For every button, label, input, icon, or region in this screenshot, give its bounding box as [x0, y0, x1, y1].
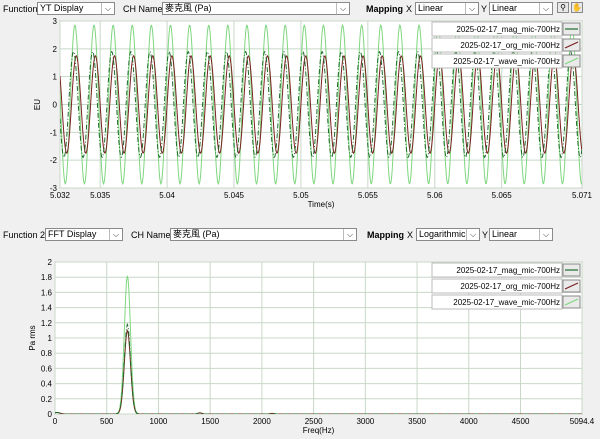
x-tick-label: 5.045	[224, 191, 245, 200]
x-tick-label: 3000	[356, 417, 374, 426]
chevron-down-icon: ⌵	[109, 229, 122, 240]
y-tick-label: 0	[53, 101, 58, 110]
function-label: Function	[3, 4, 38, 14]
y-axis-label-2: Y	[482, 230, 489, 240]
function-select-value: YT Display	[40, 3, 84, 13]
zoom-icon[interactable]: ⚲	[557, 2, 569, 13]
x-mapping-select[interactable]: Linear ⌵	[415, 2, 479, 15]
y-tick-label: 2	[53, 45, 58, 54]
mapping-label: Mapping	[366, 4, 403, 14]
y-tick-label: 2	[48, 258, 53, 267]
legend-label: 2025-02-17_wave_mic-700Hz	[453, 298, 560, 307]
y-mapping-value: Linear	[492, 3, 518, 13]
yt-display-chart[interactable]: 3210-1-2-35.032 5.035 5.04 5.045 5.05 5.055 5.…	[0, 16, 600, 222]
y-axis-label: Y	[481, 4, 488, 14]
chevron-down-icon: ⌵	[336, 3, 349, 14]
chevron-down-icon: ⌵	[465, 3, 478, 14]
x-axis-label-2: X	[407, 230, 414, 240]
y-tick-label: 1	[48, 334, 53, 343]
ch-name-select-2-value: 麥克風 (Pa)	[173, 229, 220, 239]
y-mapping-select-2[interactable]: Linear ⌵	[489, 228, 553, 241]
x-axis-label: X	[406, 4, 413, 14]
x-tick-label: 4500	[512, 417, 530, 426]
x-axis-title: Time(s)	[308, 200, 335, 209]
fft-display-chart[interactable]: 21.81.61.41.210.80.60.40.200 500 1000 1500 2…	[0, 242, 600, 439]
ch-name-select[interactable]: 麥克風 (Pa) ⌵	[162, 2, 350, 15]
x-axis-title: Freq(Hz)	[303, 426, 335, 435]
function2-select-value: FFT Display	[48, 229, 97, 239]
x-tick-label: 5094.4	[570, 417, 595, 426]
x-tick-label: 4000	[460, 417, 478, 426]
y-tick-label: 0.2	[41, 395, 53, 404]
x-tick-label: 5.035	[90, 191, 111, 200]
chevron-down-icon: ⌵	[466, 229, 479, 240]
mapping-label-2: Mapping	[367, 230, 404, 240]
y-tick-label: 0.6	[41, 364, 53, 373]
y-mapping-value-2: Linear	[492, 229, 518, 239]
chevron-down-icon: ⌵	[101, 3, 114, 14]
y-mapping-select[interactable]: Linear ⌵	[489, 2, 553, 15]
legend-label: 2025-02-17_wave_mic-700Hz	[453, 57, 560, 66]
y-tick-label: 1.6	[41, 288, 53, 297]
x-mapping-select-2[interactable]: Logarithmic ⌵	[416, 228, 480, 241]
ch-name-select-2[interactable]: 麥克風 (Pa) ⌵	[170, 228, 357, 241]
x-tick-label: 5.055	[358, 191, 379, 200]
y-tick-label: 3	[53, 17, 58, 26]
y-tick-label: -1	[50, 128, 58, 137]
chevron-down-icon: ⌵	[539, 229, 552, 240]
y-tick-label: 0.4	[41, 380, 53, 389]
legend-label: 2025-02-17_org_mic-700Hz	[460, 282, 560, 291]
x-tick-label: 2500	[305, 417, 323, 426]
x-tick-label: 1500	[201, 417, 219, 426]
ch-name-select-value: 麥克風 (Pa)	[165, 3, 212, 13]
x-tick-label: 1000	[150, 417, 168, 426]
x-tick-label: 5.065	[492, 191, 513, 200]
y-tick-label: 1.2	[41, 319, 53, 328]
y-tick-label: -2	[50, 156, 58, 165]
legend-label: 2025-02-17_mag_mic-700Hz	[456, 25, 560, 34]
y-tick-label: 1.4	[41, 304, 53, 313]
pan-hand-icon[interactable]: ✋	[571, 2, 583, 13]
ch-name-label-2: CH Name	[131, 230, 171, 240]
legend-label: 2025-02-17_org_mic-700Hz	[460, 41, 560, 50]
x-tick-label: 3500	[408, 417, 426, 426]
chevron-down-icon: ⌵	[343, 229, 356, 240]
legend-label: 2025-02-17_mag_mic-700Hz	[456, 266, 560, 275]
x-tick-label: 5.032	[50, 191, 71, 200]
ch-name-label: CH Name	[123, 4, 163, 14]
function-select[interactable]: YT Display ⌵	[37, 2, 115, 15]
x-tick-label: 5.071	[572, 191, 593, 200]
x-mapping-value: Linear	[418, 3, 444, 13]
x-tick-label: 5.05	[293, 191, 309, 200]
chevron-down-icon: ⌵	[539, 3, 552, 14]
function2-select[interactable]: FFT Display ⌵	[45, 228, 123, 241]
x-tick-label: 5.06	[427, 191, 443, 200]
y-axis-title: Pa rms	[28, 325, 37, 350]
y-tick-label: 1	[53, 73, 58, 82]
x-tick-label: 2000	[253, 417, 271, 426]
y-tick-label: 0.8	[41, 349, 53, 358]
y-axis-title: EU	[33, 99, 42, 110]
x-tick-label: 0	[53, 417, 58, 426]
x-tick-label: 5.04	[159, 191, 175, 200]
x-mapping-value-2: Logarithmic	[419, 229, 466, 239]
y-tick-label: 1.8	[41, 273, 53, 282]
function2-label: Function 2	[3, 230, 46, 240]
x-tick-label: 500	[100, 417, 114, 426]
